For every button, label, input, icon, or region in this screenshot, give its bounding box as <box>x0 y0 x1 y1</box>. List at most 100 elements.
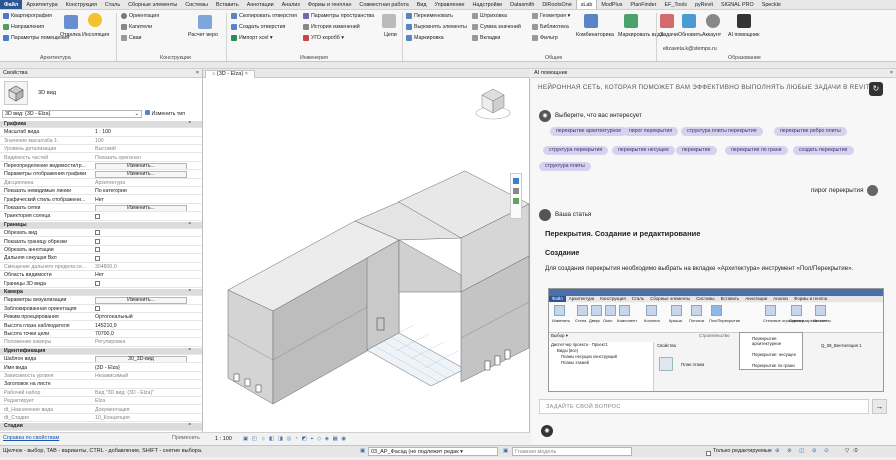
ribbon-btn-ai[interactable]: AI помощник <box>728 32 759 38</box>
suggestion-chip[interactable]: структура перекрытия <box>543 146 609 155</box>
ribbon-btn-calc[interactable]: Расчет веро <box>188 32 218 38</box>
account-icon[interactable] <box>706 14 720 28</box>
property-value[interactable]: 145210,9 <box>95 323 195 329</box>
suggestion-chip[interactable]: создать перекрытие <box>793 146 854 155</box>
property-value[interactable]: Документация <box>95 407 195 413</box>
property-row[interactable]: Положение камеры Регулировка <box>0 339 202 347</box>
property-row[interactable]: Зависимость уровня Независимый <box>0 373 202 381</box>
property-value[interactable]: Нет <box>95 197 195 203</box>
ribbon-btn-chains[interactable]: Цепи <box>384 32 397 38</box>
menu-item[interactable]: Speckle <box>758 0 785 9</box>
property-value[interactable]: Архитектура <box>95 180 195 186</box>
property-row[interactable]: Переопределение видимости/гр... Изменить.… <box>0 163 202 171</box>
property-value[interactable]: Нет <box>95 272 195 278</box>
menu-item[interactable]: Аннотации <box>243 0 278 9</box>
property-row[interactable]: Масштаб вида 1 : 100 <box>0 129 202 137</box>
property-edit-button[interactable]: Изменить... <box>95 205 187 212</box>
property-row[interactable]: Графический стиль отображени... Нет <box>0 197 202 204</box>
property-row[interactable]: dt_Стадия 10_Концепция <box>0 415 202 423</box>
question-input[interactable]: ЗАДАЙТЕ СВОЙ ВОПРОС <box>539 399 869 414</box>
ribbon-btn-create-openings[interactable]: Создать отверстия <box>231 24 285 30</box>
property-checkbox[interactable] <box>95 213 100 219</box>
workset-selector[interactable]: 03_АР_Фасад (не подлежит редак ▾ <box>368 447 498 456</box>
close-icon[interactable]: × <box>196 69 199 77</box>
property-row[interactable]: Дисциплина Архитектура <box>0 180 202 188</box>
property-row[interactable]: Уровень детализации Высокий <box>0 146 202 154</box>
ribbon-btn-sum[interactable]: Сумма значений <box>472 24 521 30</box>
ribbon-btn-account[interactable]: Аккаунт <box>702 32 721 38</box>
property-checkbox[interactable] <box>95 230 100 236</box>
property-value[interactable]: 304800,0 <box>95 264 195 270</box>
property-edit-button[interactable]: Изменить... <box>95 163 187 170</box>
menu-item[interactable]: Формы и генплан <box>304 0 356 9</box>
menu-item[interactable]: Конструкция <box>62 0 101 9</box>
property-section[interactable]: Границы ⌃ <box>0 221 202 230</box>
status-filter-icons[interactable]: ⊕ ⊗ ◫ ⊘ ⊙ <box>775 446 832 457</box>
collapse-icon[interactable]: ⌃ <box>188 289 192 295</box>
ribbon-btn-ugo[interactable]: УГО коробб ▾ <box>303 35 344 41</box>
ribbon-btn-filter[interactable]: Фильтр <box>532 35 558 41</box>
menu-item[interactable]: sLab <box>575 0 598 9</box>
property-value[interactable]: 100 <box>95 138 195 144</box>
menu-item[interactable]: Управление <box>431 0 469 9</box>
property-value[interactable]: 1 : 100 <box>95 129 195 135</box>
menu-item[interactable]: pyRevit <box>691 0 717 9</box>
collapse-icon[interactable]: ⌃ <box>188 222 192 228</box>
property-checkbox[interactable] <box>95 255 100 261</box>
menu-item[interactable]: Вид <box>413 0 431 9</box>
menu-item[interactable]: Совместная работа <box>355 0 412 9</box>
orbit-icon[interactable] <box>513 198 519 204</box>
menu-item[interactable]: Системы <box>181 0 212 9</box>
menu-item[interactable]: EF_Tools <box>660 0 690 9</box>
property-row[interactable]: Границы 3D вида <box>0 281 202 288</box>
property-section[interactable]: Идентификация ⌃ <box>0 347 202 356</box>
ribbon-btn-capitals[interactable]: Капители <box>121 24 152 30</box>
ai-logo-icon[interactable]: ◉ <box>541 425 553 437</box>
property-row[interactable]: Высота точки цели 70700,0 <box>0 331 202 339</box>
collapse-icon[interactable]: ⌃ <box>188 423 192 429</box>
property-value[interactable]: Ортогональный <box>95 314 195 320</box>
property-edit-button[interactable]: 30_3D-вид <box>95 356 187 363</box>
suggestion-chip[interactable]: перекрытие по грани <box>725 146 788 155</box>
property-row[interactable]: dt_Назначение вида Документация <box>0 407 202 414</box>
property-row[interactable]: Показать границу обрезки <box>0 239 202 246</box>
ribbon-btn-import-excel[interactable]: Импорт xcel ▾ <box>231 35 273 41</box>
finish-icon[interactable] <box>64 15 78 29</box>
view-tab[interactable]: ⌂ {3D - Elza} × <box>205 70 255 78</box>
property-row[interactable]: Показать сетки Изменить... <box>0 205 202 213</box>
property-value[interactable]: 10_Концепция <box>95 415 195 421</box>
property-row[interactable]: Рабочий набор Вид "3D вид: {3D - Elza}" <box>0 390 202 398</box>
property-edit-button[interactable]: Изменить... <box>95 297 187 304</box>
view-selector[interactable]: 3D вид: {3D - Elza} ⌄ <box>2 110 142 118</box>
chain-icon[interactable] <box>382 14 396 28</box>
suggestion-chip[interactable]: перекрытие ребро плиты <box>774 127 847 136</box>
property-checkbox[interactable] <box>95 247 100 253</box>
suggestion-chip[interactable]: структура плиты <box>539 162 591 171</box>
ribbon-btn-tabs[interactable]: Вкладки <box>472 35 500 41</box>
property-edit-button[interactable]: Изменить... <box>95 171 187 178</box>
filter-icon[interactable]: ▽ <box>845 446 849 457</box>
ribbon-btn-space-params[interactable]: Параметры пространства <box>303 13 374 19</box>
property-row[interactable]: Высота глаза наблюдателя 145210,9 <box>0 323 202 330</box>
refresh-icon[interactable] <box>682 14 696 28</box>
suggestion-chip[interactable]: перекрытие архитектурное <box>550 127 628 136</box>
property-checkbox[interactable] <box>95 238 100 244</box>
menu-item[interactable]: Сталь <box>101 0 124 9</box>
suggestion-chip[interactable]: перекрытие несущее <box>612 146 675 155</box>
property-row[interactable]: Траектория солнца <box>0 213 202 221</box>
property-value[interactable]: Высокий <box>95 146 195 152</box>
property-checkbox[interactable] <box>95 305 100 311</box>
property-row[interactable]: Видимость частей Показать оригинал <box>0 155 202 162</box>
ribbon-btn-insolation[interactable]: Инсоляция <box>82 32 109 38</box>
property-row[interactable]: Смещение дальнего предела се... 304800,0 <box>0 264 202 272</box>
property-value[interactable]: {3D - Elza} <box>95 365 195 371</box>
property-section[interactable]: Камера ⌃ <box>0 289 202 297</box>
menu-item[interactable]: Надстройки <box>468 0 506 9</box>
property-row[interactable]: Параметры визуализации Изменить... <box>0 297 202 305</box>
edit-type-button[interactable]: Изменить тип <box>145 110 185 118</box>
property-row[interactable]: Имя вида {3D - Elza} <box>0 365 202 372</box>
property-value[interactable]: Показать оригинал <box>95 155 195 161</box>
ribbon-btn-geometry[interactable]: Геометрия ▾ <box>532 13 570 19</box>
calc-icon[interactable] <box>198 15 212 29</box>
menu-item[interactable]: ModPlus <box>597 0 626 9</box>
